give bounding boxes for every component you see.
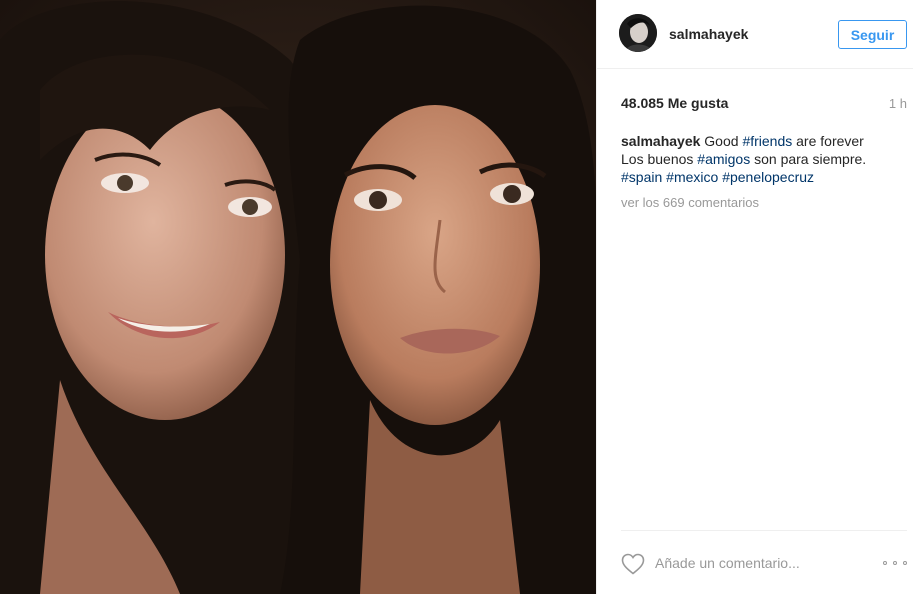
- hashtag-spain[interactable]: #spain: [621, 169, 662, 185]
- instagram-post: salmahayek Seguir 48.085 Me gusta 1 h sa…: [0, 0, 913, 594]
- likes-count[interactable]: 48.085 Me gusta: [621, 95, 728, 111]
- heart-icon[interactable]: [621, 553, 645, 575]
- caption-text: Good: [704, 133, 739, 149]
- hashtag-penelopecruz[interactable]: #penelopecruz: [722, 169, 814, 185]
- hashtag-amigos[interactable]: #amigos: [697, 151, 750, 167]
- caption-text: are forever: [796, 133, 864, 149]
- dot-icon: [903, 561, 907, 565]
- post-sidebar: salmahayek Seguir 48.085 Me gusta 1 h sa…: [596, 0, 913, 594]
- caption-username[interactable]: salmahayek: [621, 133, 700, 149]
- post-header: salmahayek Seguir: [597, 0, 913, 69]
- caption-text: son para siempre.: [754, 151, 867, 167]
- view-comments-link[interactable]: ver los 669 comentarios: [621, 195, 759, 210]
- comment-bar: [621, 530, 907, 595]
- hashtag-friends[interactable]: #friends: [742, 133, 792, 149]
- post-photo[interactable]: [0, 0, 596, 594]
- avatar-image: [619, 14, 657, 52]
- username-link[interactable]: salmahayek: [669, 26, 748, 42]
- photo-image: [0, 0, 596, 594]
- avatar[interactable]: [619, 14, 657, 52]
- caption: salmahayek Good #friends are forever Los…: [621, 132, 901, 186]
- post-time[interactable]: 1 h: [889, 96, 907, 111]
- caption-text: Los buenos: [621, 151, 694, 167]
- follow-button[interactable]: Seguir: [838, 20, 907, 49]
- dot-icon: [883, 561, 887, 565]
- hashtag-mexico[interactable]: #mexico: [666, 169, 718, 185]
- more-options-icon[interactable]: [883, 555, 907, 571]
- dot-icon: [893, 561, 897, 565]
- comment-input[interactable]: [655, 553, 865, 573]
